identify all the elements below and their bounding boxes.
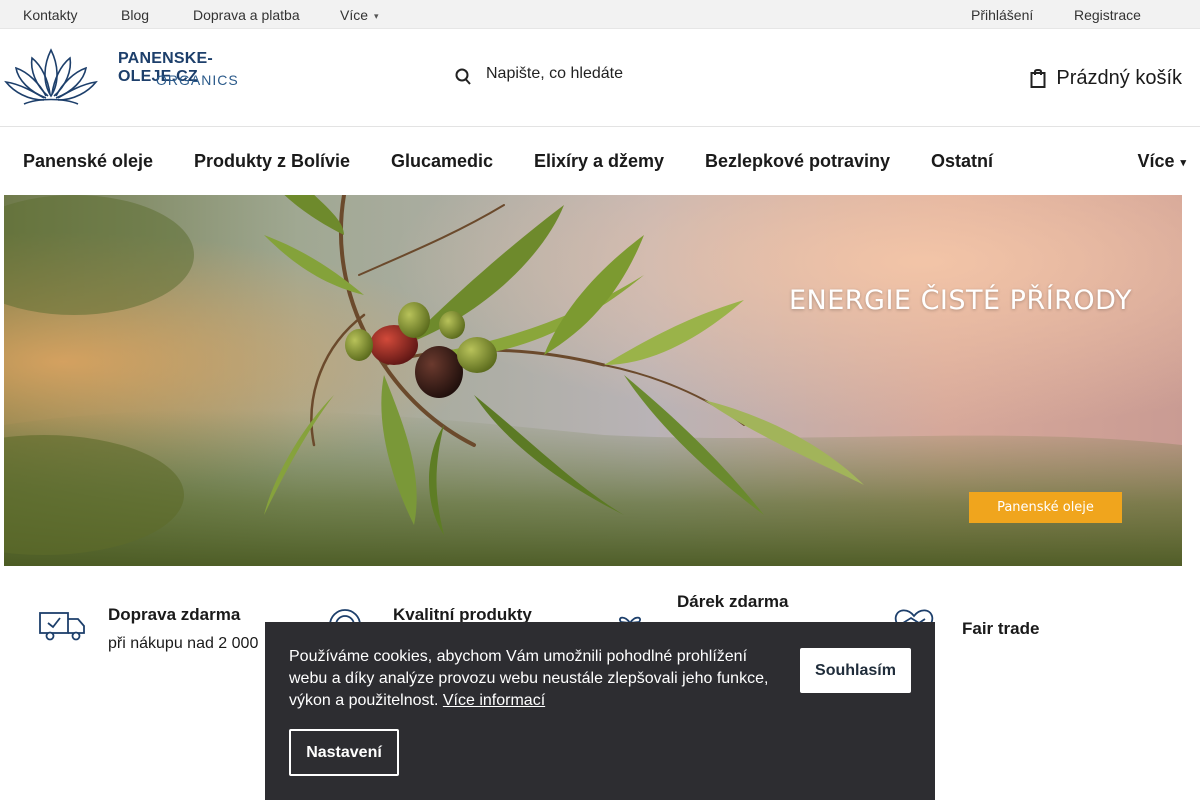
lotus-logo-icon: [4, 48, 98, 105]
site-logo[interactable]: PANENSKE-OLEJE.CZ ORGANICS: [4, 46, 274, 106]
cart-button[interactable]: Prázdný košík: [1030, 63, 1182, 93]
cookie-accept-button[interactable]: Souhlasím: [800, 648, 911, 693]
search-icon[interactable]: [454, 65, 472, 89]
chevron-down-icon: ▾: [1180, 156, 1186, 169]
nav-item-ostatni[interactable]: Ostatní: [931, 151, 993, 172]
cookie-consent-banner: Používáme cookies, abychom Vám umožnili …: [265, 622, 935, 800]
hero-cta-button[interactable]: Panenské oleje: [969, 492, 1122, 523]
shopping-bag-icon: [1030, 69, 1046, 88]
nav-item-panenske-oleje[interactable]: Panenské oleje: [23, 151, 153, 172]
benefit-title: Dárek zdarma: [677, 592, 789, 611]
cookie-settings-button[interactable]: Nastavení: [289, 729, 399, 776]
logo-subtitle: ORGANICS: [156, 72, 239, 88]
search-input[interactable]: [486, 65, 886, 83]
nav-more-menu[interactable]: Více ▾: [1137, 151, 1186, 172]
benefit-description: při nákupu nad 2 000: [108, 635, 259, 652]
nav-item-bezlepkove-potraviny[interactable]: Bezlepkové potraviny: [705, 151, 890, 172]
topbar-link-blog[interactable]: Blog: [121, 7, 149, 23]
nav-item-elixiry-a-dzemy[interactable]: Elixíry a džemy: [534, 151, 664, 172]
cookie-message: Používáme cookies, abychom Vám umožnili …: [289, 646, 779, 712]
topbar-more-menu[interactable]: Více ▾: [340, 7, 379, 23]
nav-more-label: Více: [1137, 151, 1175, 171]
site-header: PANENSKE-OLEJE.CZ ORGANICS Prázdný košík: [0, 29, 1200, 127]
benefit-title: Fair trade: [962, 619, 1040, 638]
register-link[interactable]: Registrace: [1074, 7, 1141, 23]
nav-item-glucamedic[interactable]: Glucamedic: [391, 151, 493, 172]
hero-banner[interactable]: ENERGIE ČISTÉ PŘÍRODY Panenské oleje: [4, 195, 1182, 566]
search-bar: [450, 61, 910, 95]
topbar-more-label: Více: [340, 7, 369, 23]
topbar-link-kontakty[interactable]: Kontakty: [23, 7, 77, 23]
hero-title: ENERGIE ČISTÉ PŘÍRODY: [788, 285, 1132, 316]
cart-label: Prázdný košík: [1056, 66, 1182, 89]
cookie-more-info-link[interactable]: Více informací: [443, 692, 545, 709]
topbar-link-doprava[interactable]: Doprava a platba: [193, 7, 300, 23]
top-utility-bar: Kontakty Blog Doprava a platba Více ▾ Při…: [0, 0, 1200, 29]
delivery-truck-icon: [39, 612, 85, 641]
main-navigation: Panenské oleje Produkty z Bolívie Glucam…: [0, 127, 1200, 195]
nav-item-produkty-z-bolivie[interactable]: Produkty z Bolívie: [194, 151, 350, 172]
chevron-down-icon: ▾: [374, 10, 379, 21]
benefit-title: Doprava zdarma: [108, 605, 241, 624]
login-link[interactable]: Přihlášení: [971, 7, 1033, 23]
